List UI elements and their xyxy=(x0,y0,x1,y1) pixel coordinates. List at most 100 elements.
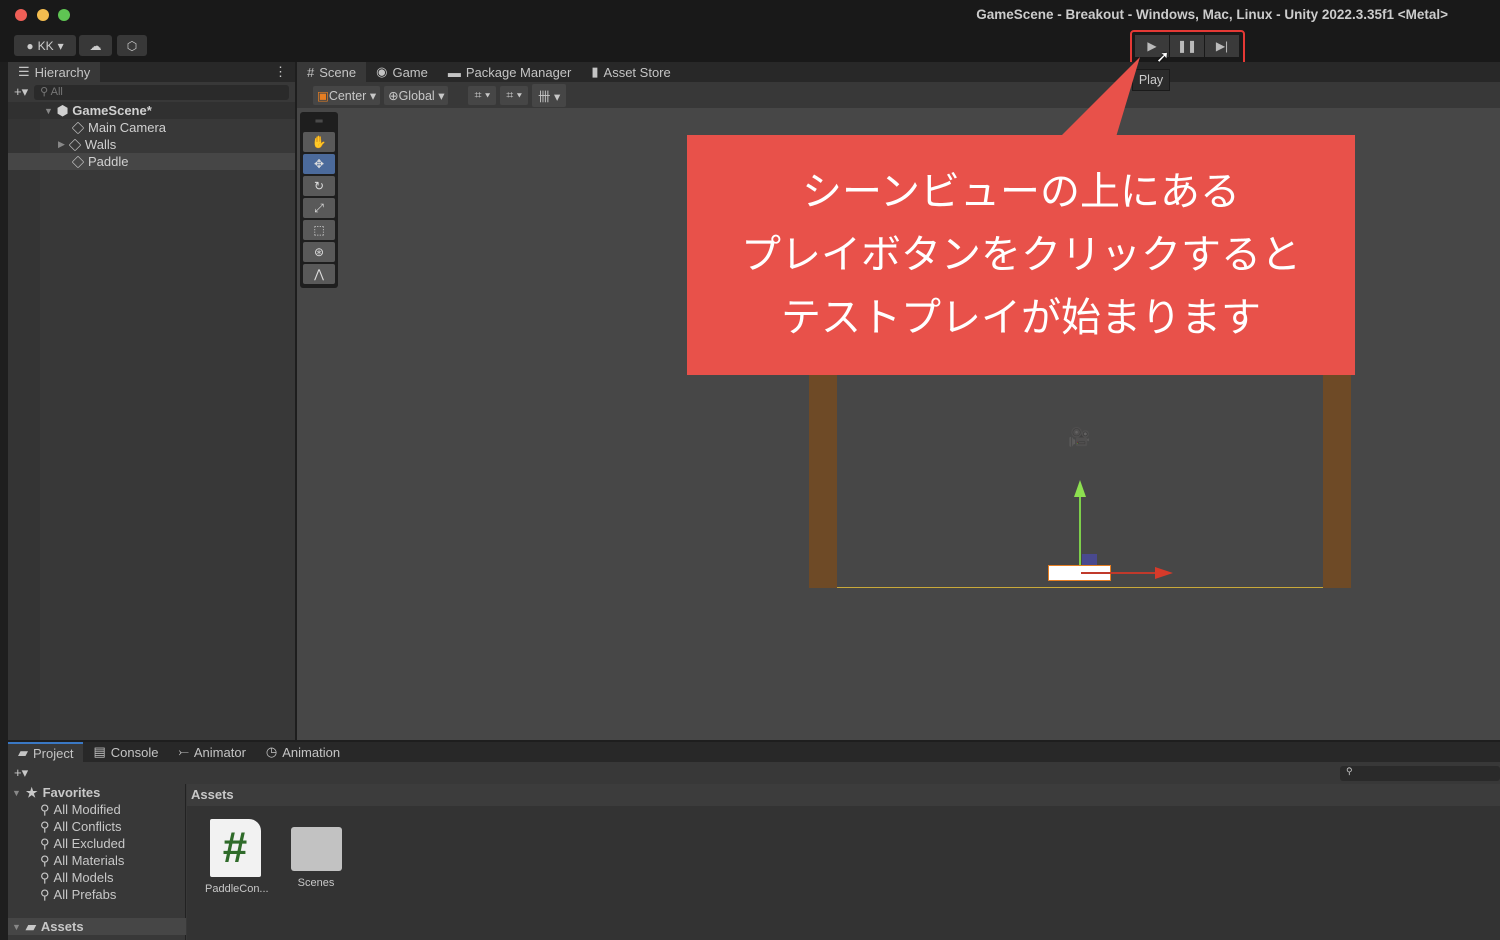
search-icon: ⚲ xyxy=(40,835,50,851)
favorite-item[interactable]: ⚲ All Materials xyxy=(40,852,124,869)
tab-label: Hierarchy xyxy=(34,64,91,80)
folder-icon: ▰ xyxy=(18,745,28,760)
favorites-folder[interactable]: ▼ ★ Favorites xyxy=(12,784,100,801)
title-bar: GameScene - Breakout - Windows, Mac, Lin… xyxy=(0,0,1500,30)
transform-tool-icon[interactable]: ⊛ xyxy=(303,242,335,262)
favorites-label: Favorites xyxy=(42,785,101,800)
project-tree: ▼ ★ Favorites ⚲ All Modified ⚲ All Conflicts… xyxy=(8,784,186,940)
favorite-label: All Materials xyxy=(53,853,125,868)
favorite-label: All Excluded xyxy=(53,836,126,851)
favorite-label: All Conflicts xyxy=(53,819,122,834)
search-icon: ⚲ xyxy=(40,869,50,885)
asset-item[interactable]: Scenes xyxy=(286,819,346,889)
gamepad-icon: ◉ xyxy=(376,64,388,79)
console-icon: ▤ xyxy=(93,744,106,759)
services-icon: ⬡ xyxy=(126,38,138,53)
globe-icon: ⊕ xyxy=(388,88,399,103)
x-axis-handle[interactable] xyxy=(1081,572,1158,574)
item-label: Paddle xyxy=(88,154,129,169)
y-arrow-icon xyxy=(1074,480,1086,497)
open-folder-icon: ▰ xyxy=(25,918,36,934)
callout-pointer xyxy=(1060,57,1140,137)
hierarchy-item[interactable]: Main Camera xyxy=(8,119,295,136)
scale-tool-icon[interactable]: ⤢ xyxy=(303,198,335,218)
minimize-window-button[interactable] xyxy=(37,9,49,21)
custom-tool-icon[interactable]: ⋀ xyxy=(303,264,335,284)
asset-item[interactable]: # PaddleCon... xyxy=(205,819,269,895)
annotation-callout: シーンビューの上にある プレイボタンをクリックすると テストプレイが始まります xyxy=(687,135,1355,375)
item-label: Walls xyxy=(84,137,117,152)
tab-project[interactable]: ▰ Project xyxy=(8,742,84,762)
account-dropdown[interactable]: ● KK ▾ xyxy=(14,35,76,56)
snap-increment-button[interactable]: ⌗ ▾ xyxy=(500,85,528,105)
tab-label: Animation xyxy=(282,744,341,760)
star-icon: ★ xyxy=(25,784,38,800)
zoom-window-button[interactable] xyxy=(58,9,70,21)
tab-label: Project xyxy=(33,745,74,761)
favorite-item[interactable]: ⚲ All Excluded xyxy=(40,835,125,852)
assets-folder[interactable]: ▼ ▰ Assets xyxy=(8,918,186,935)
close-window-button[interactable] xyxy=(15,9,27,21)
rect-tool-icon[interactable]: ⬚ xyxy=(303,220,335,240)
search-placeholder: All xyxy=(50,85,63,98)
package-icon: ▬ xyxy=(447,64,461,80)
callout-line: テストプレイが始まります xyxy=(781,295,1261,341)
favorite-label: All Models xyxy=(53,870,114,885)
search-icon: ⚲ xyxy=(40,852,50,868)
favorite-item[interactable]: ⚲ All Modified xyxy=(40,801,121,818)
add-button[interactable]: +▾ xyxy=(14,84,28,100)
hierarchy-search-input[interactable]: ⚲ All xyxy=(34,84,289,100)
favorite-item[interactable]: ⚲ All Conflicts xyxy=(40,818,121,835)
pivot-label: Center xyxy=(328,88,367,103)
tab-label: Asset Store xyxy=(603,64,671,80)
expand-arrow-icon[interactable]: ▶ xyxy=(58,139,65,150)
folder-icon xyxy=(290,827,342,871)
tab-animation[interactable]: ◷ Animation xyxy=(256,742,350,762)
tab-console[interactable]: ▤ Console xyxy=(83,742,168,762)
tab-asset-store[interactable]: ▮ Asset Store xyxy=(581,62,680,82)
favorite-item[interactable]: ⚲ All Models xyxy=(40,869,114,886)
y-axis-handle[interactable] xyxy=(1079,492,1081,565)
hierarchy-item[interactable]: Paddle xyxy=(8,153,295,170)
pivot-dropdown[interactable]: ▣Center ▾ xyxy=(313,85,381,105)
rotate-tool-icon[interactable]: ↻ xyxy=(303,176,335,196)
tab-hierarchy[interactable]: ☰ Hierarchy xyxy=(8,62,101,82)
hand-tool-icon[interactable]: ✋ xyxy=(303,132,335,152)
tab-label: Console xyxy=(110,744,159,760)
favorite-item[interactable]: ⚲ All Prefabs xyxy=(40,886,116,903)
search-icon: ⚲ xyxy=(1346,765,1353,776)
chevron-down-icon: ▾ xyxy=(57,38,64,53)
search-icon: ⚲ xyxy=(40,85,51,98)
csharp-script-icon: # xyxy=(209,819,261,877)
main-toolbar: ● KK ▾ ☁ ⬡ ▶ ❚❚ ▶| xyxy=(0,30,1500,62)
favorite-label: All Modified xyxy=(53,802,121,817)
tab-label: Animator xyxy=(193,744,246,760)
tab-game[interactable]: ◉ Game xyxy=(366,62,438,82)
project-panel: ▰ Project ▤ Console ⤚ Animator ◷ Animation +… xyxy=(8,742,1500,940)
project-search-input[interactable]: ⚲ xyxy=(1340,765,1500,781)
lock-icon[interactable]: ⋮ xyxy=(274,64,295,80)
tab-package-manager[interactable]: ▬ Package Manager xyxy=(438,62,582,82)
ruler-button[interactable]: 卌 ▾ xyxy=(532,83,567,107)
x-arrow-icon xyxy=(1155,567,1173,579)
clock-icon: ◷ xyxy=(265,744,278,759)
grid-snap-button[interactable]: ⌗ ▾ xyxy=(468,85,497,105)
expand-arrow-icon: ▼ xyxy=(44,105,53,116)
gameobject-icon xyxy=(71,121,85,134)
space-dropdown[interactable]: ⊕Global ▾ xyxy=(384,85,449,105)
tab-scene[interactable]: # Scene xyxy=(297,62,367,82)
hierarchy-item[interactable]: ▶ Walls xyxy=(8,136,295,153)
create-button[interactable]: +▾ xyxy=(14,765,28,781)
tab-animator[interactable]: ⤚ Animator xyxy=(168,742,255,762)
favorite-label: All Prefabs xyxy=(53,887,117,902)
asset-label: Scenes xyxy=(297,877,335,889)
tab-label: Package Manager xyxy=(465,64,572,80)
asset-label: PaddleCon... xyxy=(205,883,269,895)
scene-root[interactable]: ▼ ⬢ GameScene* xyxy=(8,102,295,119)
camera-gizmo-icon[interactable]: 🎥 xyxy=(1068,427,1090,448)
search-icon: ⚲ xyxy=(40,818,50,834)
services-button[interactable]: ⬡ xyxy=(117,35,147,56)
move-tool-icon[interactable]: ✥ xyxy=(303,154,335,174)
assets-label: Assets xyxy=(40,919,84,934)
cloud-button[interactable]: ☁ xyxy=(79,35,112,56)
